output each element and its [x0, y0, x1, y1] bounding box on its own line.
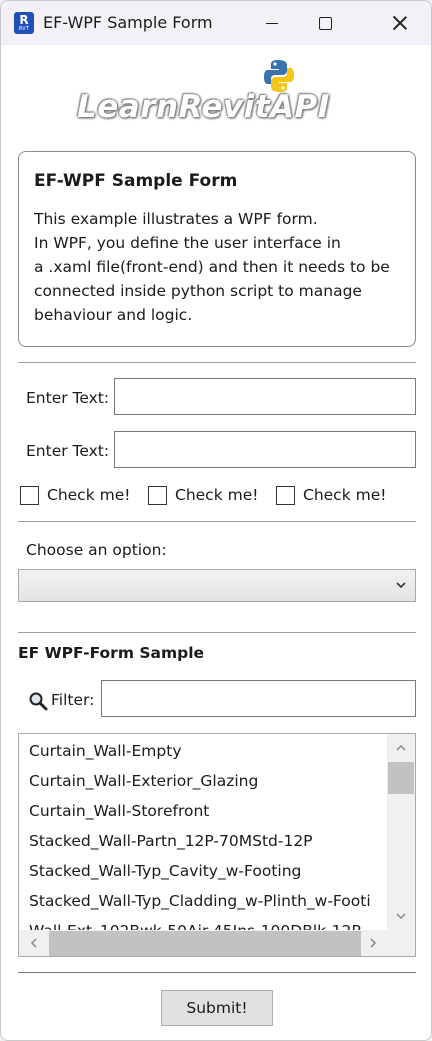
- scrollbar-corner: [387, 930, 415, 956]
- learnrevitapi-logo: LearnRevitAPI: [77, 59, 339, 135]
- scroll-down-icon[interactable]: [395, 910, 407, 922]
- vertical-scroll-thumb[interactable]: [388, 762, 414, 794]
- list-section-title: EF WPF-Form Sample: [18, 644, 205, 662]
- horizontal-scrollbar[interactable]: [19, 930, 415, 956]
- separator: [18, 362, 416, 363]
- separator: [18, 632, 416, 633]
- list-item[interactable]: Stacked_Wall-Typ_Cladding_w-Plinth_w-Foo…: [29, 892, 371, 910]
- text1-input[interactable]: [114, 378, 416, 415]
- checkbox-2-box[interactable]: [148, 485, 167, 505]
- checkbox-1-label: Check me!: [47, 486, 131, 504]
- checkbox-2[interactable]: Check me!: [148, 484, 258, 506]
- text1-label: Enter Text:: [26, 389, 110, 407]
- submit-button[interactable]: Submit!: [161, 990, 273, 1026]
- option-dropdown[interactable]: [18, 569, 416, 602]
- minimize-button[interactable]: [245, 1, 299, 45]
- window-title: EF-WPF Sample Form: [43, 13, 213, 32]
- text2-input[interactable]: [114, 431, 416, 468]
- separator: [18, 521, 416, 522]
- checkbox-1[interactable]: Check me!: [20, 484, 130, 506]
- app-icon-caption: RVT: [18, 26, 30, 32]
- scroll-left-icon[interactable]: [28, 937, 40, 949]
- info-title: EF-WPF Sample Form: [34, 171, 238, 191]
- scroll-up-icon[interactable]: [395, 742, 407, 754]
- scroll-right-icon[interactable]: [367, 937, 379, 949]
- python-icon: [264, 60, 294, 92]
- title-bar[interactable]: R RVT EF-WPF Sample Form: [1, 1, 431, 45]
- checkbox-1-box[interactable]: [20, 485, 39, 505]
- horizontal-scroll-thumb[interactable]: [49, 931, 361, 956]
- checkbox-2-label: Check me!: [175, 486, 259, 504]
- checkbox-3[interactable]: Check me!: [276, 484, 386, 506]
- app-icon-letter: R: [19, 13, 29, 27]
- vertical-scrollbar[interactable]: [387, 734, 415, 934]
- logo-text: LearnRevitAPI: [77, 89, 330, 125]
- checkbox-3-label: Check me!: [303, 486, 387, 504]
- maximize-icon: [318, 16, 332, 30]
- magnifier-icon: [29, 692, 48, 711]
- revit-app-icon: R RVT: [14, 12, 34, 34]
- items-listbox[interactable]: Curtain_Wall-Empty Curtain_Wall-Exterior…: [18, 733, 416, 957]
- close-icon: [393, 16, 407, 30]
- chevron-down-icon: [396, 582, 406, 589]
- maximize-button[interactable]: [298, 1, 352, 45]
- form-window: R RVT EF-WPF Sample Form LearnRevitAPI E…: [0, 0, 432, 1041]
- info-box: EF-WPF Sample Form This example illustra…: [18, 151, 416, 347]
- list-item[interactable]: Stacked_Wall-Typ_Cavity_w-Footing: [29, 862, 301, 880]
- list-item[interactable]: Stacked_Wall-Partn_12P-70MStd-12P: [29, 832, 313, 850]
- list-item[interactable]: Curtain_Wall-Empty: [29, 742, 182, 760]
- text2-label: Enter Text:: [26, 442, 110, 460]
- close-button[interactable]: [373, 1, 427, 45]
- separator: [18, 972, 416, 973]
- checkbox-3-box[interactable]: [276, 485, 295, 505]
- filter-input[interactable]: [101, 680, 416, 717]
- filter-label: Filter:: [51, 691, 95, 709]
- list-item[interactable]: Curtain_Wall-Exterior_Glazing: [29, 772, 258, 790]
- info-body: This example illustrates a WPF form. In …: [34, 210, 390, 324]
- minimize-icon: [266, 22, 278, 24]
- list-item[interactable]: Curtain_Wall-Storefront: [29, 802, 209, 820]
- choose-option-label: Choose an option:: [26, 541, 167, 559]
